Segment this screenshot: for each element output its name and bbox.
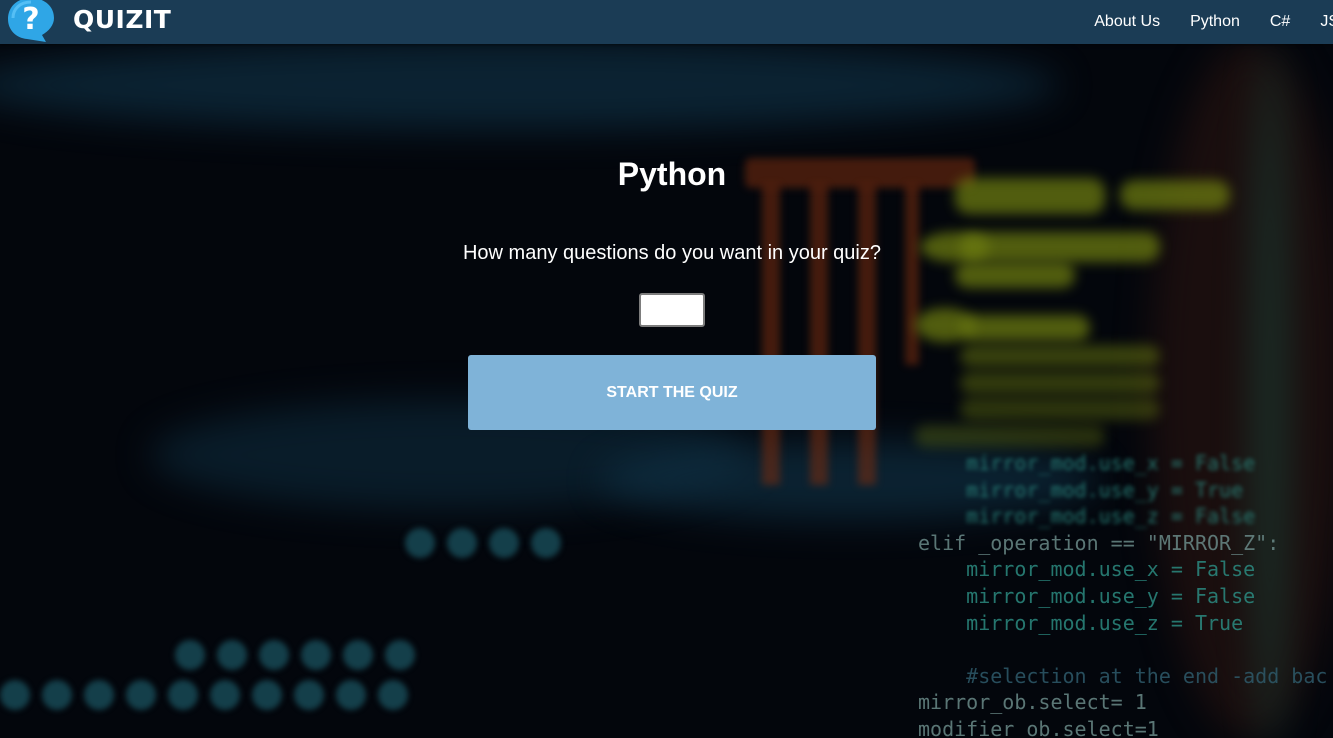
code-line: mirror_mod.use_z = False	[966, 504, 1256, 529]
start-quiz-button[interactable]: START THE QUIZ	[468, 355, 876, 430]
background-code-text: mirror_mod.use_x = False mirror_mod.use_…	[918, 450, 1327, 738]
svg-text:?: ?	[22, 2, 39, 37]
page: mirror_mod.use_x = False mirror_mod.use_…	[0, 0, 1333, 738]
nav-item-python[interactable]: Python	[1190, 13, 1240, 31]
nav-item-about-us[interactable]: About Us	[1094, 13, 1160, 31]
code-line: #selection at the end -add bac	[966, 663, 1328, 688]
code-line: mirror_mod.use_x = False	[966, 451, 1256, 475]
nav-item-js[interactable]: JS	[1320, 13, 1333, 31]
question-count-label: How many questions do you want in your q…	[462, 242, 881, 264]
nav-item-csharp[interactable]: C#	[1270, 13, 1290, 31]
code-line: mirror_mod.use_z = True	[966, 610, 1244, 635]
brand-name[interactable]: QUIZIT	[73, 5, 171, 34]
code-line: mirror_ob.select= 1	[918, 690, 1147, 715]
code-line: modifier_ob.select=1	[918, 716, 1159, 738]
question-count-input[interactable]	[639, 293, 705, 327]
page-title: Python	[617, 156, 727, 192]
code-line: mirror_mod.use_y = False	[966, 583, 1256, 608]
code-line: elif _operation == "MIRROR_Z":	[918, 530, 1280, 555]
code-line: mirror_mod.use_y = True	[966, 477, 1244, 502]
nav-menu: About Us Python C# JS	[1094, 0, 1333, 44]
question-mark-bubble-icon[interactable]: ?	[6, 0, 56, 44]
code-line: mirror_mod.use_x = False	[966, 557, 1256, 582]
navbar: ? QUIZIT About Us Python C# JS	[0, 0, 1333, 44]
